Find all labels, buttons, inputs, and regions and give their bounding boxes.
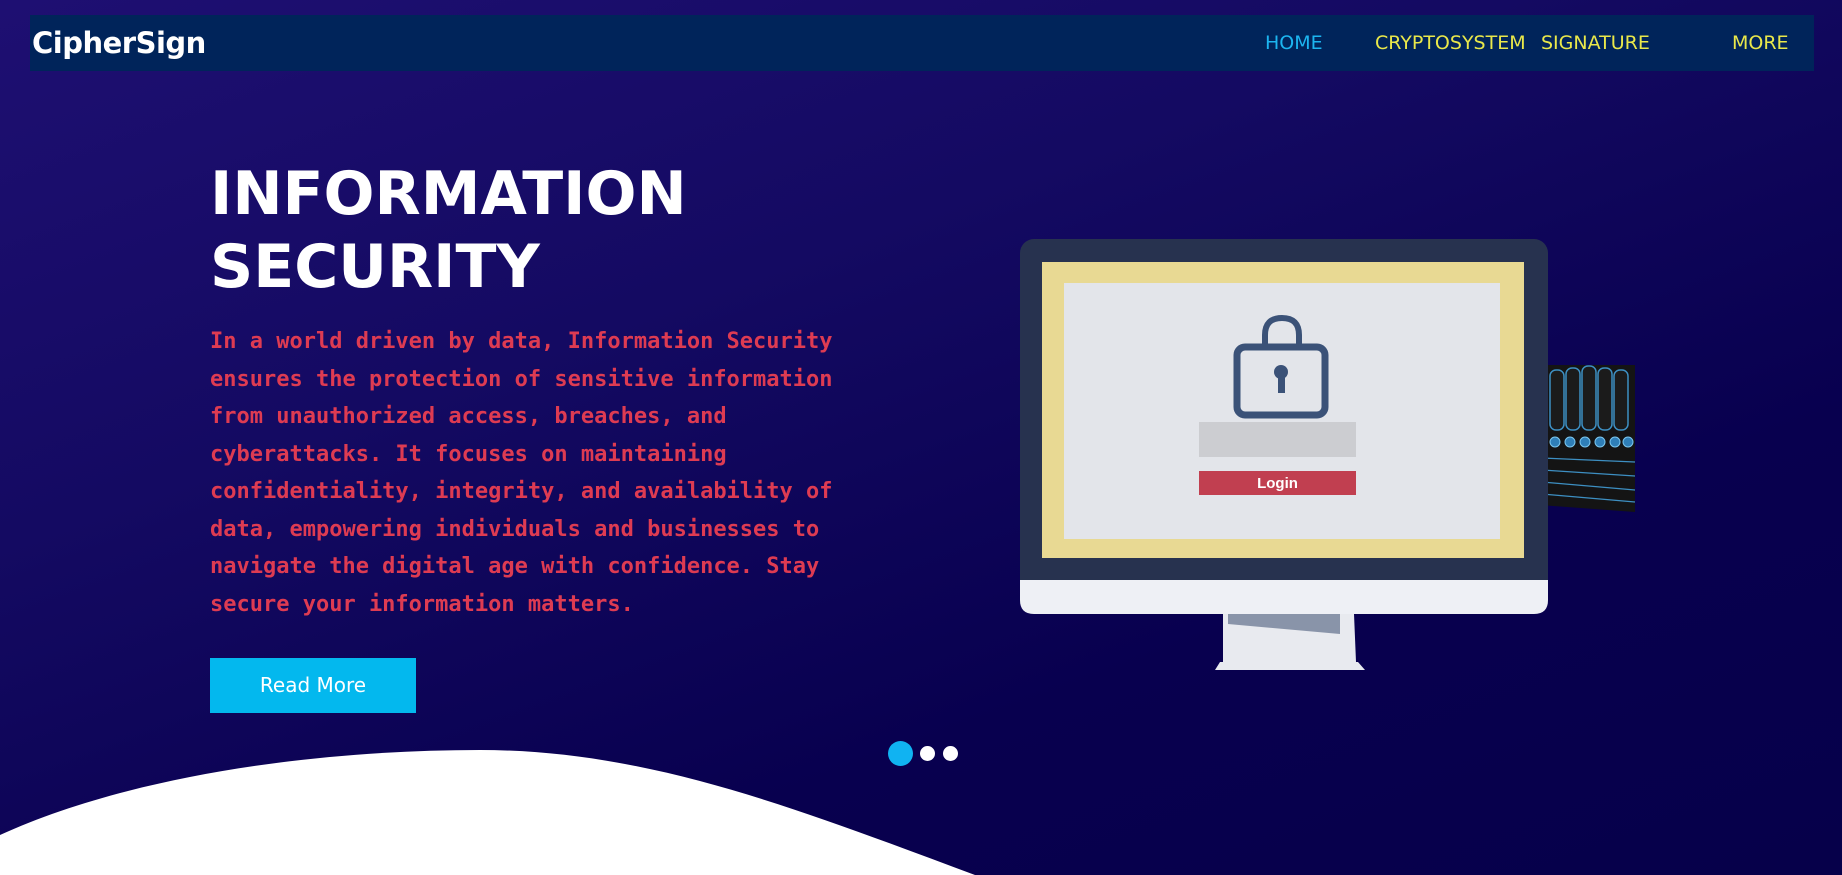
nav-home-link[interactable]: HOME [1265, 32, 1323, 54]
security-illustration: Login [1020, 239, 1636, 670]
nav-more-link[interactable]: MORE [1732, 32, 1789, 54]
bottom-wave [0, 750, 975, 875]
hero-title: INFORMATION SECURITY [210, 158, 810, 304]
password-field [1199, 422, 1356, 457]
nav-cryptosystem-link[interactable]: CRYPTOSYSTEM [1375, 32, 1526, 54]
keyboard-icon [1540, 365, 1636, 512]
nav-signature-link[interactable]: SIGNATURE [1541, 32, 1650, 54]
hero-title-line1: INFORMATION [210, 159, 687, 229]
read-more-button[interactable]: Read More [210, 658, 416, 713]
brand-logo[interactable]: CipherSign [32, 26, 206, 60]
hero-title-line2: SECURITY [210, 232, 540, 302]
navbar: CipherSign HOME CRYPTOSYSTEM SIGNATURE M… [30, 15, 1814, 71]
hero-description: In a world driven by data, Information S… [210, 329, 833, 617]
login-label: Login [1257, 475, 1298, 492]
